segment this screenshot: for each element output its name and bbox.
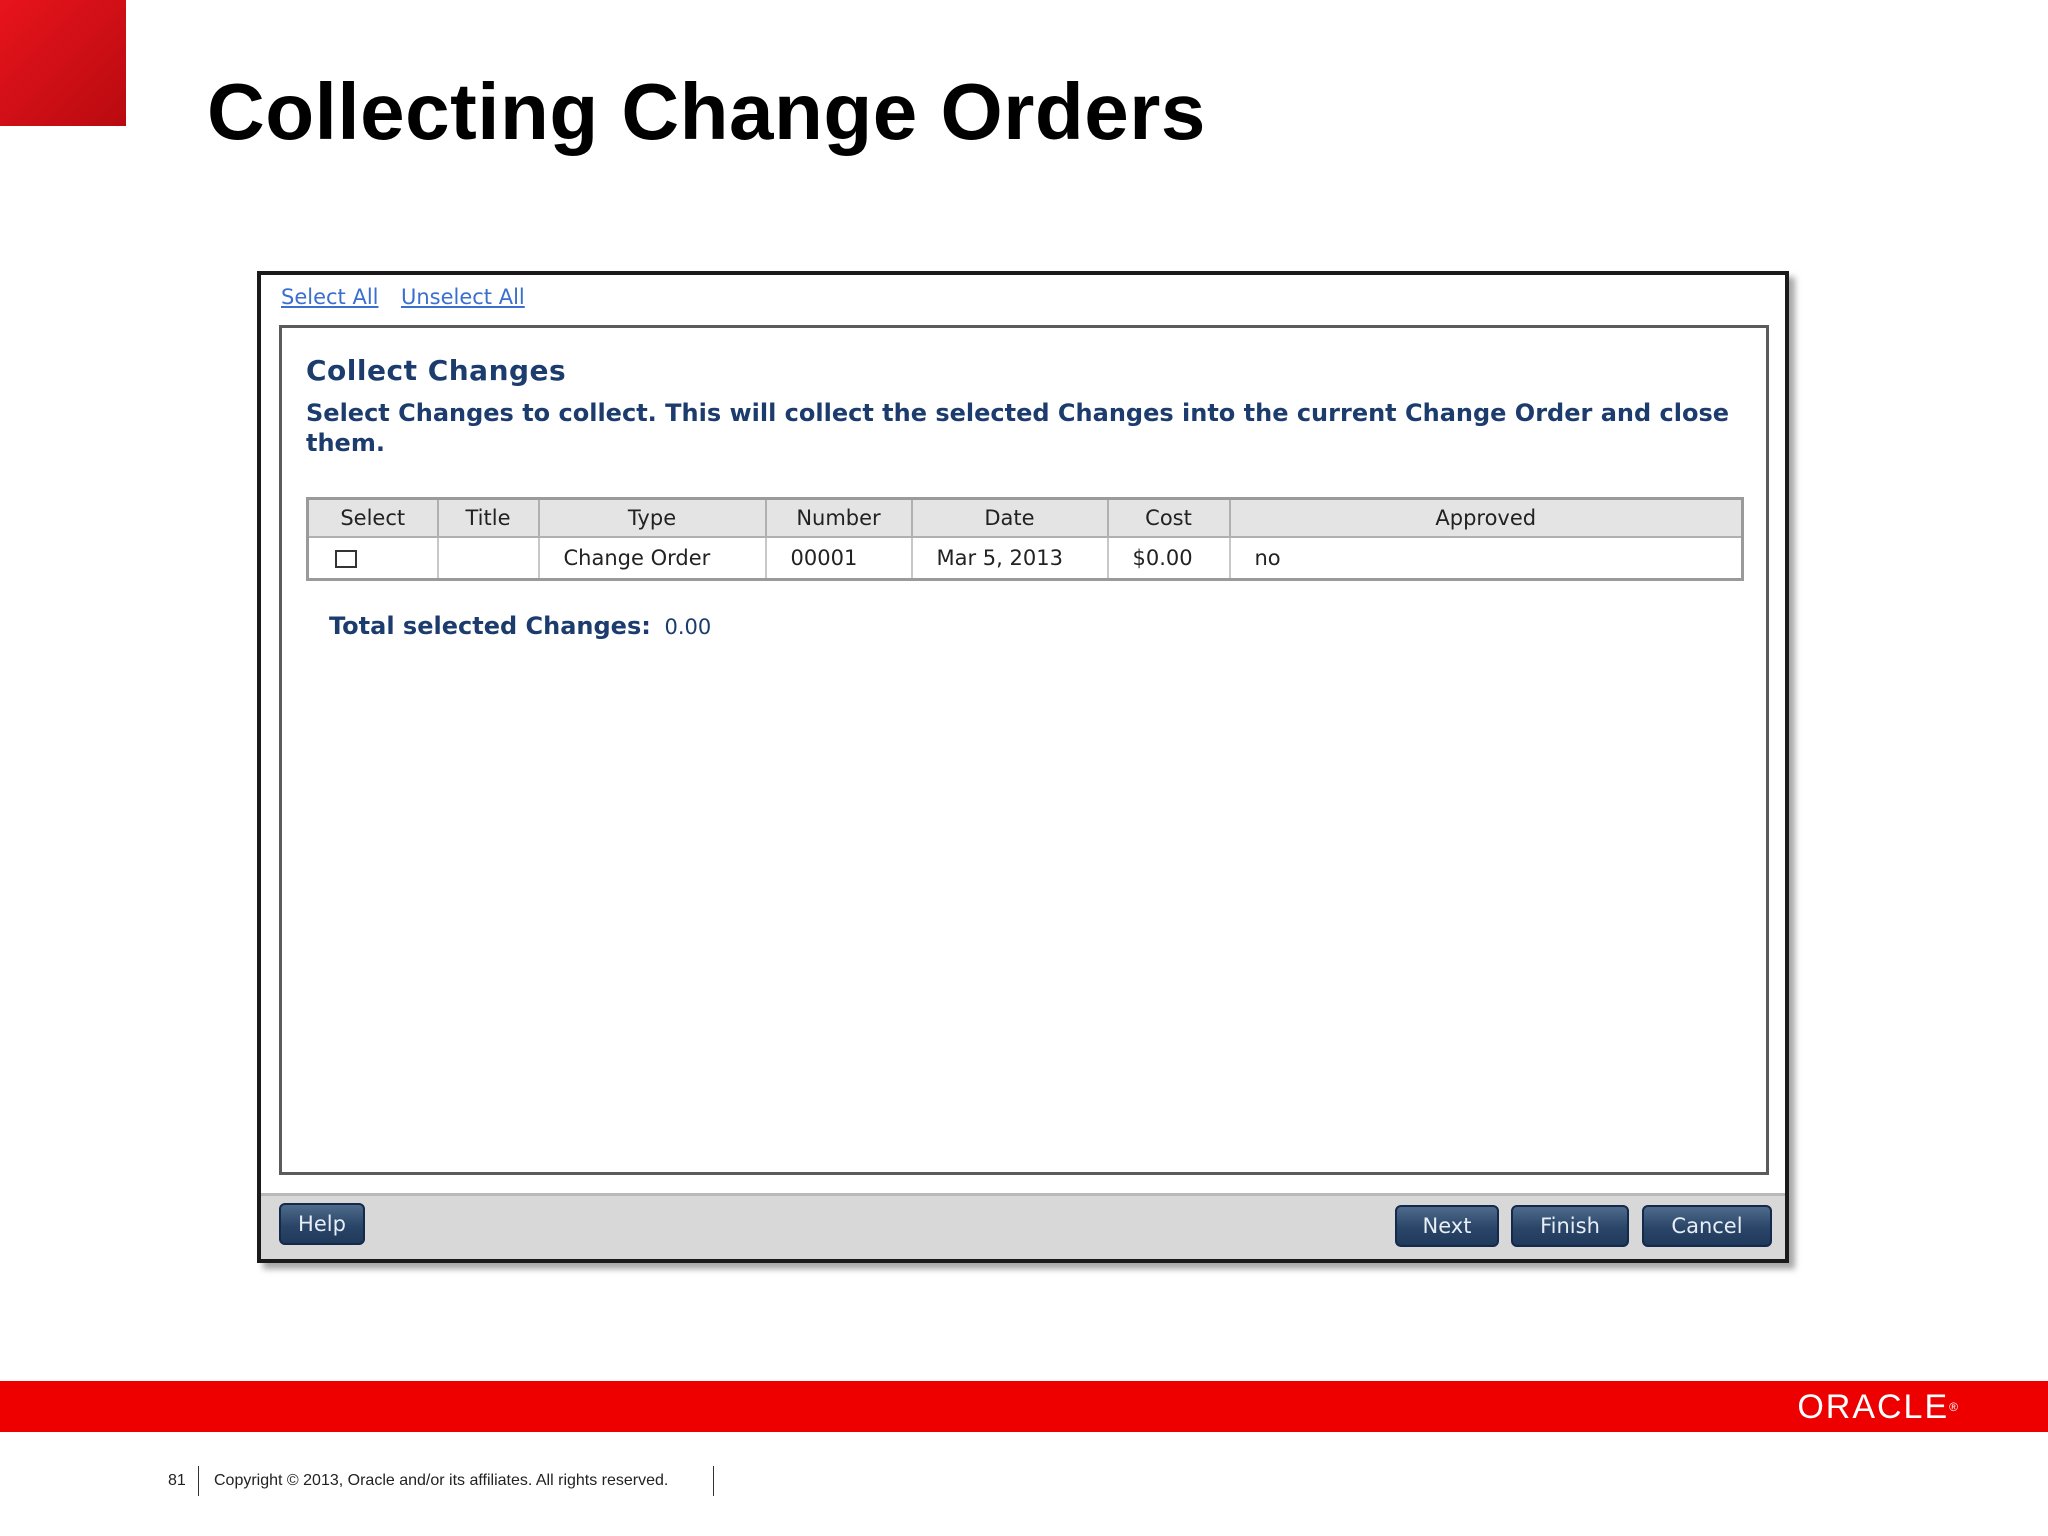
title-cell xyxy=(437,537,540,580)
selection-links: Select All Unselect All xyxy=(281,285,543,315)
unselect-all-link[interactable]: Unselect All xyxy=(401,285,525,309)
type-cell: Change Order xyxy=(538,537,767,580)
select-cell xyxy=(307,537,439,580)
date-cell: Mar 5, 2013 xyxy=(911,537,1109,580)
slide-title: Collecting Change Orders xyxy=(207,67,1206,156)
collect-changes-panel: Collect Changes Select Changes to collec… xyxy=(279,325,1769,1175)
column-header-type[interactable]: Type xyxy=(538,498,767,538)
help-button[interactable]: Help xyxy=(279,1203,365,1245)
finish-button[interactable]: Finish xyxy=(1511,1205,1629,1247)
total-selected-value: 0.00 xyxy=(664,615,712,639)
table-header-row: Select Title Type Number Date Cost Appro… xyxy=(307,498,1744,538)
cancel-button[interactable]: Cancel xyxy=(1642,1205,1772,1247)
panel-description: Select Changes to collect. This will col… xyxy=(306,399,1730,457)
column-header-title[interactable]: Title xyxy=(437,498,540,538)
page-number: 81 xyxy=(168,1472,186,1489)
total-selected: Total selected Changes: 0.00 xyxy=(329,612,711,640)
oracle-logo: ORACLE® xyxy=(1797,1388,1960,1426)
column-header-date[interactable]: Date xyxy=(911,498,1109,538)
corner-accent-block xyxy=(0,0,126,126)
next-button[interactable]: Next xyxy=(1395,1205,1499,1247)
column-header-approved[interactable]: Approved xyxy=(1229,498,1744,538)
footer-divider xyxy=(198,1466,199,1496)
cost-cell: $0.00 xyxy=(1107,537,1231,580)
row-select-checkbox[interactable] xyxy=(335,550,357,568)
copyright-notice: Copyright © 2013, Oracle and/or its affi… xyxy=(214,1472,669,1489)
changes-table: Select Title Type Number Date Cost Appro… xyxy=(306,497,1744,581)
total-selected-label: Total selected Changes: xyxy=(329,612,651,640)
select-all-link[interactable]: Select All xyxy=(281,285,379,309)
footer-divider xyxy=(713,1466,714,1496)
column-header-cost[interactable]: Cost xyxy=(1107,498,1231,538)
collect-changes-dialog: Select All Unselect All Collect Changes … xyxy=(257,271,1789,1263)
panel-heading: Collect Changes xyxy=(306,354,567,387)
footer-bar: ORACLE® xyxy=(0,1381,2048,1432)
approved-cell: no xyxy=(1229,537,1744,580)
oracle-logo-text: ORACLE xyxy=(1797,1388,1950,1426)
dialog-button-bar: Help Next Finish Cancel xyxy=(261,1193,1785,1259)
column-header-select[interactable]: Select xyxy=(307,498,439,538)
number-cell: 00001 xyxy=(765,537,913,580)
column-header-number[interactable]: Number xyxy=(765,498,913,538)
table-row: Change Order 00001 Mar 5, 2013 $0.00 no xyxy=(307,537,1744,580)
